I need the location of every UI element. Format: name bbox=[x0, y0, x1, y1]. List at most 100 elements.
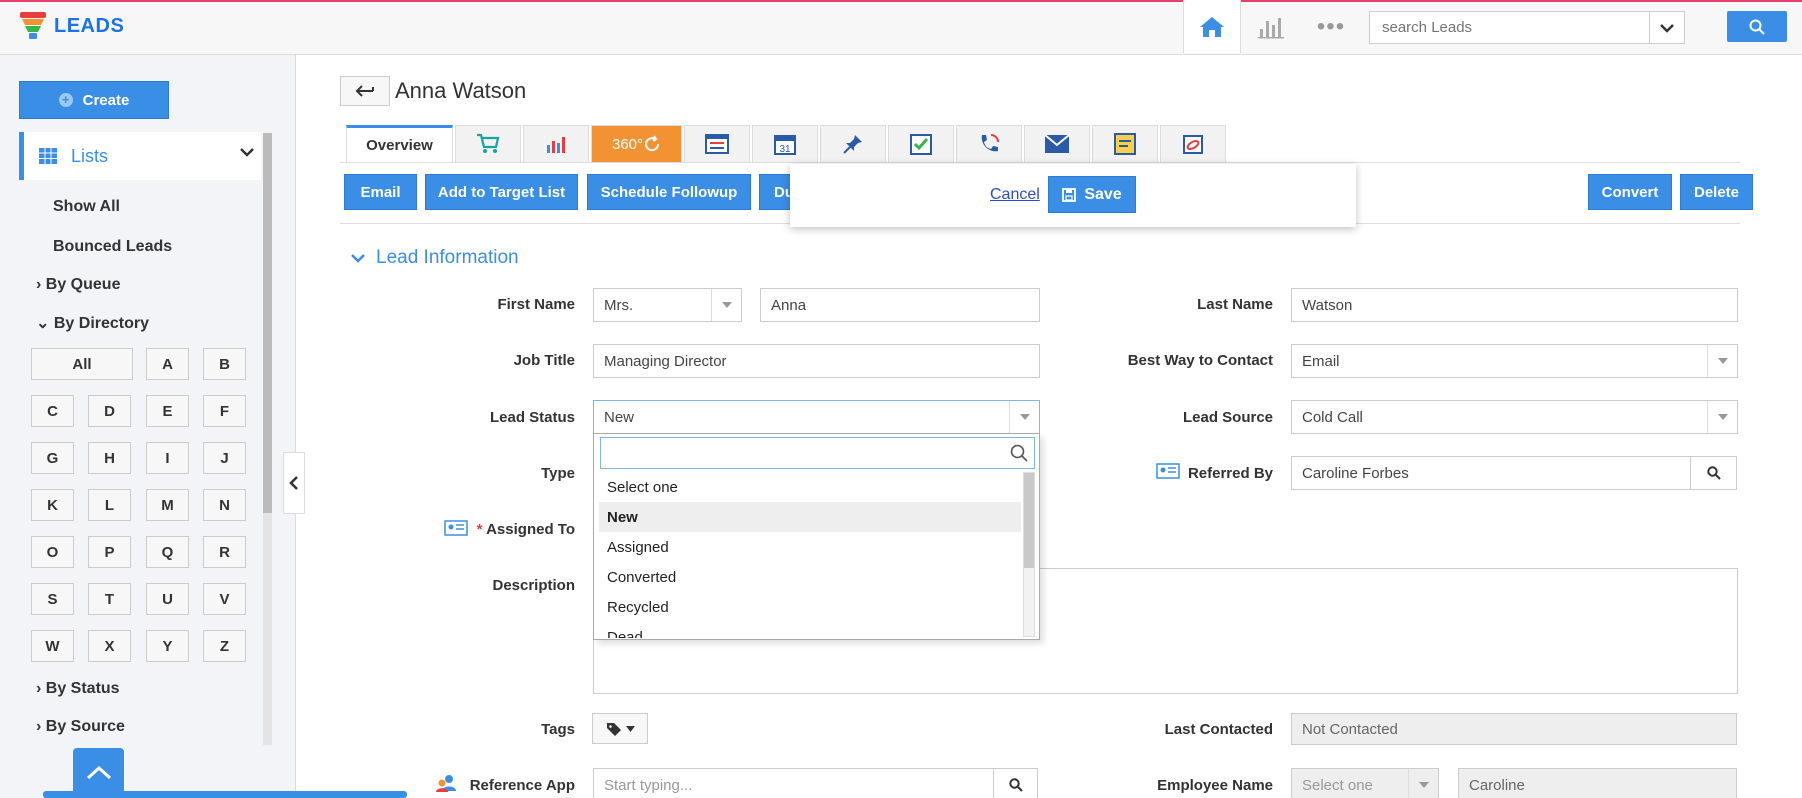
sidebar-scrollbar[interactable] bbox=[263, 133, 272, 745]
last-name-field[interactable]: Watson bbox=[1291, 288, 1738, 322]
collapse-sidebar-button[interactable] bbox=[283, 452, 305, 514]
tab-products[interactable] bbox=[455, 125, 521, 162]
tab-emails[interactable] bbox=[1024, 125, 1090, 162]
dir-all-button[interactable]: All bbox=[31, 348, 133, 380]
create-button[interactable]: + Create bbox=[19, 81, 169, 119]
svg-text:31: 31 bbox=[779, 144, 791, 155]
delete-button[interactable]: Delete bbox=[1680, 174, 1753, 210]
dir-letter-button[interactable]: S bbox=[31, 583, 74, 615]
dropdown-option[interactable]: Assigned bbox=[599, 532, 1021, 562]
tab-attachments[interactable] bbox=[1160, 125, 1226, 162]
tab-pins[interactable] bbox=[820, 125, 886, 162]
tab-tasks[interactable] bbox=[888, 125, 954, 162]
first-name-field[interactable]: Anna bbox=[760, 288, 1040, 322]
dir-letter-button[interactable]: M bbox=[146, 489, 189, 521]
dropdown-option[interactable]: Dead bbox=[599, 622, 1021, 639]
email-button[interactable]: Email bbox=[344, 174, 417, 210]
tab-360[interactable]: 360° bbox=[591, 125, 682, 162]
salutation-select[interactable]: Mrs. bbox=[593, 288, 742, 322]
more-button[interactable]: ••• bbox=[1301, 0, 1361, 53]
referred-by-field[interactable]: Caroline Forbes bbox=[1291, 456, 1737, 490]
tags-button[interactable] bbox=[592, 713, 648, 744]
save-button[interactable]: Save bbox=[1048, 176, 1136, 213]
dir-letter-button[interactable]: J bbox=[203, 442, 246, 474]
tab-details[interactable] bbox=[684, 125, 750, 162]
dir-letter-button[interactable]: L bbox=[88, 489, 131, 521]
caret-down-icon bbox=[711, 289, 741, 321]
scrollbar-thumb[interactable] bbox=[263, 133, 272, 513]
lead-source-select[interactable]: Cold Call bbox=[1291, 400, 1738, 434]
search-input[interactable] bbox=[1370, 12, 1650, 43]
dir-letter-button[interactable]: Q bbox=[146, 536, 189, 568]
tab-overview[interactable]: Overview bbox=[346, 125, 453, 162]
dir-letter-button[interactable]: V bbox=[203, 583, 246, 615]
search-button[interactable] bbox=[1727, 11, 1787, 42]
caret-down-icon bbox=[1009, 401, 1039, 433]
360-label: 360° bbox=[611, 135, 644, 153]
home-button[interactable] bbox=[1183, 0, 1241, 53]
dir-letter-button[interactable]: U bbox=[146, 583, 189, 615]
best-way-select[interactable]: Email bbox=[1291, 344, 1738, 378]
job-title-field[interactable]: Managing Director bbox=[593, 344, 1040, 378]
dropdown-option[interactable]: Select one bbox=[599, 472, 1021, 502]
dir-letter-button[interactable]: F bbox=[203, 395, 246, 427]
dir-letter-button[interactable]: A bbox=[146, 348, 189, 380]
reports-button[interactable] bbox=[1241, 0, 1301, 53]
dir-letter-button[interactable]: C bbox=[31, 395, 74, 427]
assigned-to-text: Assigned To bbox=[486, 521, 575, 538]
dir-letter-button[interactable]: Z bbox=[203, 630, 246, 662]
reference-app-search-button[interactable] bbox=[993, 769, 1037, 798]
dir-letter-button[interactable]: E bbox=[146, 395, 189, 427]
add-to-target-list-button[interactable]: Add to Target List bbox=[425, 174, 578, 210]
tab-reports[interactable] bbox=[523, 125, 589, 162]
dir-letter-button[interactable]: D bbox=[88, 395, 131, 427]
lead-information-section[interactable]: Lead Information bbox=[350, 247, 519, 269]
dir-letter-button[interactable]: B bbox=[203, 348, 246, 380]
dir-letter-button[interactable]: N bbox=[203, 489, 246, 521]
tab-notes[interactable] bbox=[1092, 125, 1158, 162]
chevron-right-icon: › bbox=[36, 680, 42, 697]
dropdown-option-selected[interactable]: New bbox=[599, 502, 1021, 532]
dir-letter-button[interactable]: R bbox=[203, 536, 246, 568]
dir-letter-button[interactable]: K bbox=[31, 489, 74, 521]
dir-letter-button[interactable]: Y bbox=[146, 630, 189, 662]
dir-letter-button[interactable]: W bbox=[31, 630, 74, 662]
last-contacted-label: Last Contacted bbox=[1164, 721, 1273, 738]
dropdown-scrollbar[interactable] bbox=[1023, 472, 1035, 637]
back-button[interactable] bbox=[340, 76, 390, 106]
dir-letter-button[interactable]: T bbox=[88, 583, 131, 615]
by-queue-group[interactable]: › By Queue bbox=[36, 276, 120, 294]
by-source-group[interactable]: › By Source bbox=[36, 718, 125, 736]
bar-chart-icon bbox=[547, 137, 565, 153]
reference-app-field[interactable]: Start typing... bbox=[593, 768, 1038, 798]
cancel-link[interactable]: Cancel bbox=[990, 186, 1040, 204]
bounced-leads-link[interactable]: Bounced Leads bbox=[53, 238, 172, 256]
tab-calendar[interactable]: 31 bbox=[752, 125, 818, 162]
lead-source-value: Cold Call bbox=[1302, 408, 1363, 426]
dir-letter-button[interactable]: G bbox=[31, 442, 74, 474]
lead-status-select[interactable]: New bbox=[593, 400, 1040, 434]
referred-by-search-button[interactable] bbox=[1690, 457, 1736, 489]
by-directory-group[interactable]: ⌄ By Directory bbox=[36, 313, 149, 333]
lists-header[interactable]: Lists bbox=[19, 132, 261, 180]
bar-chart-icon bbox=[1258, 17, 1284, 38]
dropdown-option[interactable]: Recycled bbox=[599, 592, 1021, 622]
by-queue-label: By Queue bbox=[45, 276, 121, 293]
dir-letter-button[interactable]: O bbox=[31, 536, 74, 568]
dir-letter-button[interactable]: P bbox=[88, 536, 131, 568]
dir-letter-button[interactable]: X bbox=[88, 630, 131, 662]
app-logo[interactable]: LEADS bbox=[20, 12, 124, 40]
scrollbar-thumb[interactable] bbox=[1024, 473, 1034, 568]
tab-calls[interactable] bbox=[956, 125, 1022, 162]
dir-letter-button[interactable]: H bbox=[88, 442, 131, 474]
dropdown-option[interactable]: Converted bbox=[599, 562, 1021, 592]
bottom-bar bbox=[43, 791, 407, 798]
show-all-link[interactable]: Show All bbox=[53, 198, 120, 216]
search-filter-dropdown[interactable] bbox=[1649, 12, 1684, 43]
dir-letter-button[interactable]: I bbox=[146, 442, 189, 474]
employee-select[interactable]: Select one bbox=[1291, 768, 1439, 798]
schedule-followup-button[interactable]: Schedule Followup bbox=[587, 174, 751, 210]
dropdown-search-input[interactable] bbox=[601, 438, 991, 468]
by-status-group[interactable]: › By Status bbox=[36, 680, 120, 698]
convert-button[interactable]: Convert bbox=[1588, 174, 1672, 210]
